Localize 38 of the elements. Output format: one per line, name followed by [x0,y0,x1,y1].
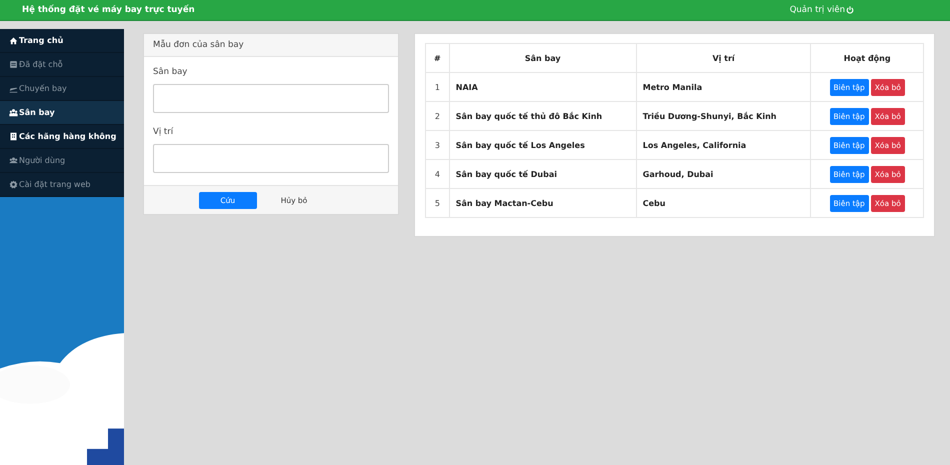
column-header: # [426,44,450,72]
admin-link[interactable]: Quản trị viên [790,5,854,15]
sidebar-item[interactable]: Người dùng [0,149,124,173]
input-field[interactable] [153,84,389,113]
table-cell: NAIA [449,72,636,102]
table-cell: Garhoud, Dubai [636,160,811,188]
book-icon [9,60,18,69]
form-title: Mẫu đơn của sân bay [153,40,244,50]
table-cell: Sân bay quốc tế Dubai [449,160,636,188]
sidebar-item[interactable]: Đã đặt chỗ [0,53,124,77]
gear-icon [9,180,18,189]
building-icon [9,132,18,141]
sidebar-item[interactable]: Các hãng hàng không [0,125,124,149]
group-icon [9,108,18,117]
app-title: Hệ thống đặt vé máy bay trực tuyến [22,5,195,15]
table-cell: 3 [426,130,450,160]
column-header: Hoạt động [810,44,924,72]
sidebar-item[interactable]: Trang chủ [0,29,124,53]
field-label: Sân bay [153,67,188,77]
table-cell: Sân bay quốc tế thủ đô Bắc Kinh [449,102,636,130]
table-cell: 5 [426,188,450,218]
sidebar-item[interactable]: Sân bay [0,101,124,125]
home-icon [9,36,18,45]
table-cell: 1 [426,72,450,102]
power-icon[interactable] [846,6,854,14]
table-cell: Triều Dương-Shunyi, Bắc Kinh [636,102,811,130]
table-cell: Sân bay quốc tế Los Angeles [449,130,636,160]
table-cell: 4 [426,160,450,188]
users-icon [9,156,18,165]
table-cell: Cebu [636,188,811,218]
table-cell: 2 [426,102,450,130]
field-label: Vị trí [153,127,174,137]
input-field[interactable] [153,144,389,173]
column-header: Vị trí [636,44,811,72]
table-cell: Sân bay Mactan-Cebu [449,188,636,218]
table-cell: Metro Manila [636,72,811,102]
table-cell: Los Angeles, California [636,130,811,160]
column-header: Sân bay [449,44,636,72]
